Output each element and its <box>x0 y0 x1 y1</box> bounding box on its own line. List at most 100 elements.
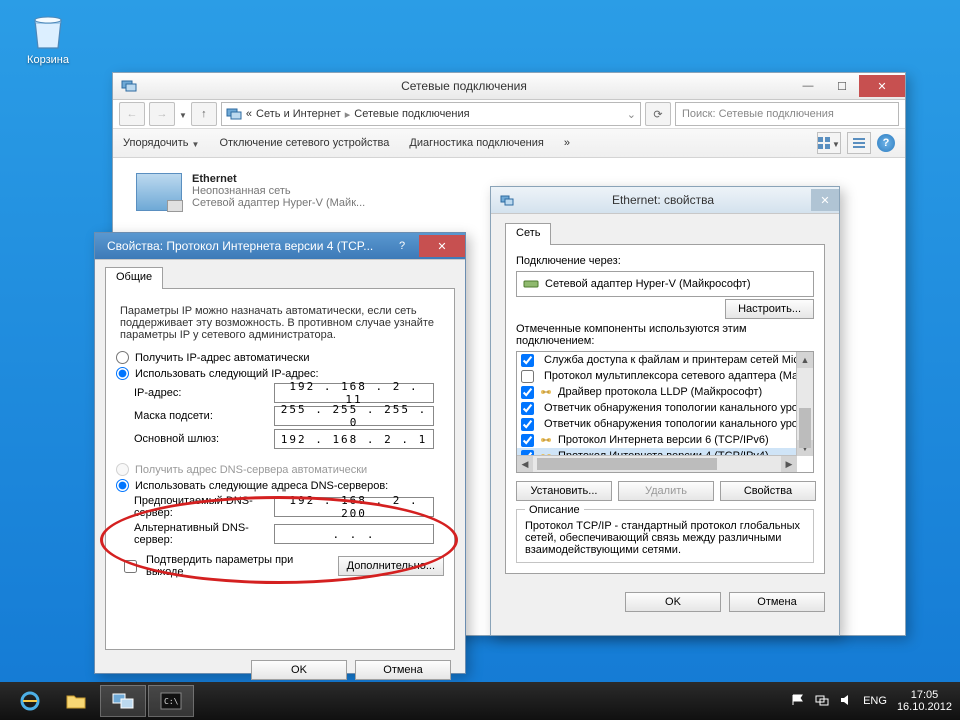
addr-dropdown-icon[interactable]: ⌄ <box>627 108 636 121</box>
tray-volume-icon[interactable] <box>839 693 853 710</box>
close-button[interactable]: ✕ <box>859 75 905 97</box>
recycle-bin-label: Корзина <box>18 54 78 66</box>
cmd-organize[interactable]: Упорядочить ▼ <box>123 137 199 149</box>
tray-flag-icon[interactable] <box>791 693 805 710</box>
cancel-button[interactable]: Отмена <box>355 660 451 680</box>
network-icon <box>226 106 242 122</box>
view-icons-button[interactable]: ▼ <box>817 132 841 154</box>
components-label: Отмеченные компоненты используются этим … <box>516 323 814 347</box>
radio-manual-dns[interactable]: Использовать следующие адреса DNS-сервер… <box>116 479 444 492</box>
gateway-label: Основной шлюз: <box>134 433 274 445</box>
ethprops-titlebar[interactable]: Ethernet: свойства ✕ <box>491 187 839 214</box>
connection-item-ethernet[interactable]: Ethernet Неопознанная сеть Сетевой адапт… <box>129 166 463 218</box>
ipv4-paragraph: Параметры IP можно назначать автоматичес… <box>120 305 440 341</box>
ipv4-titlebar[interactable]: Свойства: Протокол Интернета версии 4 (T… <box>95 233 465 260</box>
cancel-button[interactable]: Отмена <box>729 592 825 612</box>
taskbar-cmd[interactable]: C:\ <box>148 685 194 717</box>
connect-via-label: Подключение через: <box>516 255 814 267</box>
component-checkbox[interactable] <box>521 386 534 399</box>
component-row[interactable]: Ответчик обнаружения топологии канальног… <box>517 416 797 432</box>
breadcrumb-2[interactable]: Сетевые подключения <box>354 108 469 120</box>
taskbar-network[interactable] <box>100 685 146 717</box>
radio-auto-ip[interactable]: Получить IP-адрес автоматически <box>116 351 444 364</box>
component-row[interactable]: Протокол Интернета версии 6 (TCP/IPv6) <box>517 432 797 448</box>
connection-status: Неопознанная сеть <box>192 185 365 197</box>
component-checkbox[interactable] <box>521 418 534 431</box>
radio-manual-ip[interactable]: Использовать следующий IP-адрес: <box>116 367 444 380</box>
connection-name: Ethernet <box>192 173 237 185</box>
refresh-button[interactable]: ⟳ <box>645 102 671 126</box>
taskbar-ie[interactable] <box>8 686 52 716</box>
scroll-up-icon[interactable]: ▲ <box>797 352 813 368</box>
taskbar-explorer[interactable] <box>54 686 98 716</box>
gateway-input[interactable]: 192 . 168 . 2 . 1 <box>274 429 434 449</box>
address-bar[interactable]: « Сеть и Интернет ▸ Сетевые подключения … <box>221 102 641 126</box>
component-checkbox[interactable] <box>521 402 534 415</box>
properties-button[interactable]: Свойства <box>720 481 816 501</box>
taskbar[interactable]: C:\ ENG 17:05 16.10.2012 <box>0 682 960 720</box>
protocol-icon <box>539 385 553 399</box>
search-input[interactable]: Поиск: Сетевые подключения <box>675 102 899 126</box>
configure-button[interactable]: Настроить... <box>725 299 814 319</box>
breadcrumb-1[interactable]: Сеть и Интернет <box>256 108 341 120</box>
dns1-input[interactable]: 192 . 168 . 2 . 200 <box>274 497 434 517</box>
tray-network-icon[interactable] <box>815 693 829 710</box>
scrollbar-horizontal[interactable]: ◀▶ <box>517 455 797 472</box>
view-details-button[interactable] <box>847 132 871 154</box>
tab-pane-network: Подключение через: Сетевой адаптер Hyper… <box>505 244 825 574</box>
help-button[interactable]: ? <box>385 235 419 257</box>
explorer-navbar: ← → ▼ ↑ « Сеть и Интернет ▸ Сетевые подк… <box>113 100 905 129</box>
nav-back[interactable]: ← <box>119 102 145 126</box>
recycle-bin[interactable]: Корзина <box>18 8 78 66</box>
dns2-label: Альтернативный DNS-сервер: <box>134 522 274 546</box>
explorer-titlebar[interactable]: Сетевые подключения — ☐ ✕ <box>113 73 905 100</box>
uninstall-button: Удалить <box>618 481 714 501</box>
component-row[interactable]: Ответчик обнаружения топологии канальног… <box>517 400 797 416</box>
explorer-title: Сетевые подключения <box>137 79 791 93</box>
tray-lang[interactable]: ENG <box>863 695 887 707</box>
component-row[interactable]: Драйвер протокола LLDP (Майкрософт) <box>517 384 797 400</box>
nav-up[interactable]: ↑ <box>191 102 217 126</box>
tray-clock[interactable]: 17:05 16.10.2012 <box>897 689 952 713</box>
component-checkbox[interactable] <box>521 434 534 447</box>
chevron-right-icon[interactable]: ▸ <box>345 108 351 121</box>
scroll-left-icon[interactable]: ◀ <box>517 456 533 472</box>
network-icon <box>121 78 137 94</box>
ethprops-title: Ethernet: свойства <box>515 193 811 207</box>
ok-button[interactable]: OK <box>251 660 347 680</box>
minimize-button[interactable]: — <box>791 75 825 97</box>
install-button[interactable]: Установить... <box>516 481 612 501</box>
tab-network[interactable]: Сеть <box>505 223 551 245</box>
nav-forward[interactable]: → <box>149 102 175 126</box>
confirm-on-exit-checkbox[interactable]: Подтвердить параметры при выходеДополнит… <box>120 554 444 578</box>
component-row[interactable]: Служба доступа к файлам и принтерам сете… <box>517 352 797 368</box>
components-list[interactable]: Служба доступа к файлам и принтерам сете… <box>516 351 814 473</box>
advanced-button[interactable]: Дополнительно... <box>338 556 444 576</box>
tab-general[interactable]: Общие <box>105 267 163 289</box>
dns2-input[interactable]: . . . <box>274 524 434 544</box>
nav-history-dropdown[interactable]: ▼ <box>179 111 187 120</box>
close-button[interactable]: ✕ <box>811 189 839 211</box>
component-checkbox[interactable] <box>521 370 534 383</box>
close-button[interactable]: ✕ <box>419 235 465 257</box>
ok-button[interactable]: OK <box>625 592 721 612</box>
ip-input[interactable]: 192 . 168 . 2 . 11 <box>274 383 434 403</box>
command-bar: Упорядочить ▼ Отключение сетевого устрой… <box>113 129 905 158</box>
connection-adapter: Сетевой адаптер Hyper-V (Майк... <box>192 197 365 209</box>
cmd-diagnostics[interactable]: Диагностика подключения <box>409 137 543 149</box>
component-checkbox[interactable] <box>521 354 534 367</box>
cmd-disable-device[interactable]: Отключение сетевого устройства <box>219 137 389 149</box>
breadcrumb-prefix: « <box>246 108 252 120</box>
cmd-more[interactable]: » <box>564 137 570 149</box>
description-text: Протокол TCP/IP - стандартный протокол г… <box>525 520 805 556</box>
maximize-button[interactable]: ☐ <box>825 75 859 97</box>
component-row[interactable]: Протокол мультиплексора сетевого адаптер… <box>517 368 797 384</box>
mask-input[interactable]: 255 . 255 . 255 . 0 <box>274 406 434 426</box>
ipv4-title: Свойства: Протокол Интернета версии 4 (T… <box>103 239 385 253</box>
scrollbar-vertical[interactable]: ▲▼ <box>796 352 813 456</box>
scroll-right-icon[interactable]: ▶ <box>781 456 797 472</box>
mask-label: Маска подсети: <box>134 410 274 422</box>
adapter-icon <box>136 173 182 211</box>
help-button[interactable]: ? <box>877 134 895 152</box>
ipv4-properties-dialog: Свойства: Протокол Интернета версии 4 (T… <box>94 232 466 674</box>
